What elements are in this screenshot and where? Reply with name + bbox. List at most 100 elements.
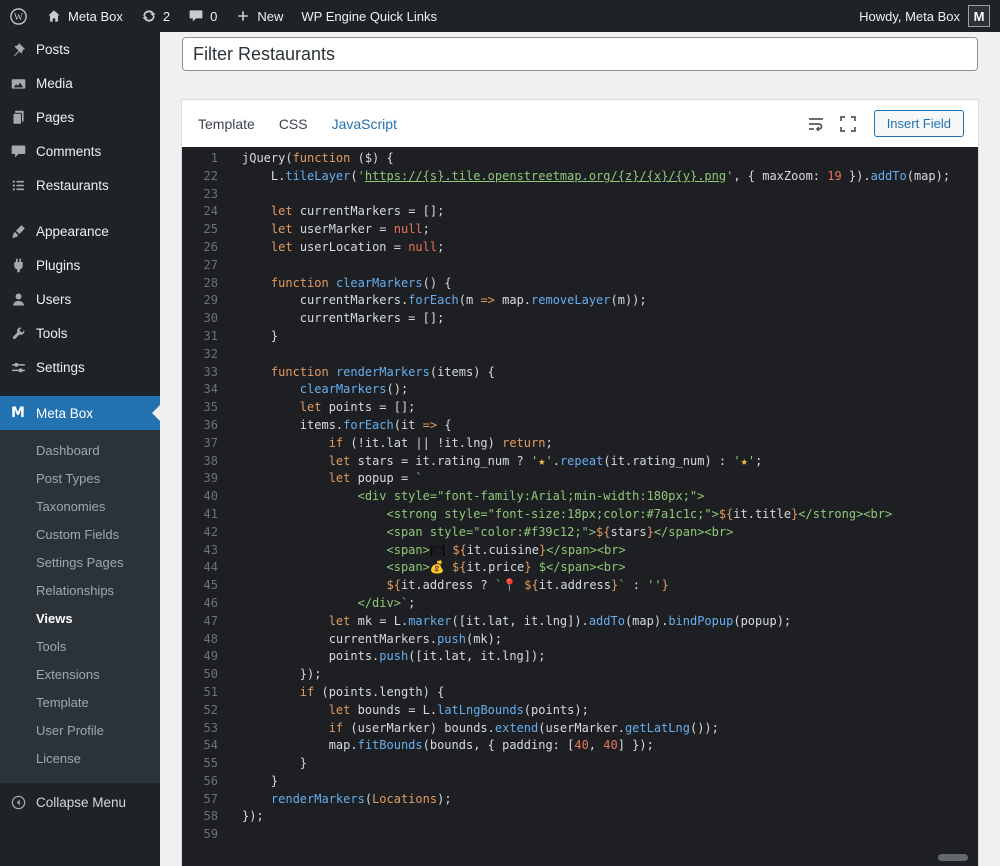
avatar[interactable]: M: [968, 5, 990, 27]
wordpress-logo-icon: W: [9, 7, 28, 26]
post-title-input[interactable]: [182, 37, 978, 71]
code-line: 24 let currentMarkers = [];: [182, 203, 978, 221]
code-text: items.forEach(it => {: [218, 417, 452, 435]
sidebar-item-meta-box[interactable]: MMeta Box: [0, 396, 160, 430]
submenu-item-views[interactable]: Views: [0, 605, 160, 633]
line-number: 27: [182, 257, 218, 275]
code-text: let userLocation = null;: [218, 239, 444, 257]
svg-text:W: W: [14, 13, 23, 23]
wp-engine-quick-links[interactable]: WP Engine Quick Links: [292, 0, 446, 32]
line-number: 57: [182, 791, 218, 809]
sidebar-item-comments[interactable]: Comments: [0, 134, 160, 168]
appearance-icon: [8, 221, 28, 241]
code-text: currentMarkers.forEach(m => map.removeLa…: [218, 292, 647, 310]
line-number: 53: [182, 720, 218, 738]
tab-template[interactable]: Template: [198, 116, 255, 132]
sidebar-item-appearance[interactable]: Appearance: [0, 214, 160, 248]
sidebar-item-label: Users: [36, 292, 71, 307]
sidebar-item-settings[interactable]: Settings: [0, 350, 160, 384]
sidebar-item-users[interactable]: Users: [0, 282, 160, 316]
submenu-item-template[interactable]: Template: [0, 689, 160, 717]
submenu-item-user-profile[interactable]: User Profile: [0, 717, 160, 745]
code-text: let userMarker = null;: [218, 221, 430, 239]
line-number: 52: [182, 702, 218, 720]
admin-bar: W Meta Box 2 0 New WP Engine Quick Links…: [0, 0, 1000, 32]
line-number: 26: [182, 239, 218, 257]
comments-icon: [8, 141, 28, 161]
line-number: 32: [182, 346, 218, 364]
code-line: 22 L.tileLayer('https://{s}.tile.openstr…: [182, 168, 978, 186]
comments-bubble-icon: [188, 8, 204, 24]
line-number: 49: [182, 648, 218, 666]
code-text: let stars = it.rating_num ? '★'.repeat(i…: [218, 453, 762, 471]
sidebar-item-label: Plugins: [36, 258, 80, 273]
code-line: 45 ${it.address ? `📍 ${it.address}` : ''…: [182, 577, 978, 595]
wordpress-menu[interactable]: W: [0, 0, 37, 32]
submenu-item-post-types[interactable]: Post Types: [0, 465, 160, 493]
submenu-item-taxonomies[interactable]: Taxonomies: [0, 493, 160, 521]
updates-link[interactable]: 2: [132, 0, 179, 32]
sidebar-item-posts[interactable]: Posts: [0, 32, 160, 66]
code-text: let points = [];: [218, 399, 415, 417]
comments-link[interactable]: 0: [179, 0, 226, 32]
tab-javascript[interactable]: JavaScript: [332, 116, 397, 132]
sidebar-item-restaurants[interactable]: Restaurants: [0, 168, 160, 202]
sidebar-item-label: Media: [36, 76, 73, 91]
howdy-link[interactable]: Howdy, Meta Box: [859, 9, 960, 24]
sidebar-item-tools[interactable]: Tools: [0, 316, 160, 350]
code-line: 53 if (userMarker) bounds.extend(userMar…: [182, 720, 978, 738]
code-text: function clearMarkers() {: [218, 275, 452, 293]
line-number: 24: [182, 203, 218, 221]
tab-css[interactable]: CSS: [279, 116, 308, 132]
line-number: 44: [182, 559, 218, 577]
code-line: 41 <strong style="font-size:18px;color:#…: [182, 506, 978, 524]
fullscreen-icon[interactable]: [838, 114, 858, 134]
posts-icon: [8, 39, 28, 59]
metabox-icon: M: [8, 403, 28, 423]
submenu-item-license[interactable]: License: [0, 745, 160, 773]
line-number: 22: [182, 168, 218, 186]
code-text: ${it.address ? `📍 ${it.address}` : ''}: [218, 577, 669, 595]
code-text: </div>`;: [218, 595, 415, 613]
code-text: [218, 346, 242, 364]
code-line: 31 }: [182, 328, 978, 346]
code-text: [218, 257, 242, 275]
code-editor[interactable]: 1jQuery(function ($) {22 L.tileLayer('ht…: [182, 147, 978, 866]
code-text: if (!it.lat || !it.lng) return;: [218, 435, 553, 453]
pages-icon: [8, 107, 28, 127]
line-number: 41: [182, 506, 218, 524]
submenu-item-extensions[interactable]: Extensions: [0, 661, 160, 689]
code-text: currentMarkers.push(mk);: [218, 631, 502, 649]
submenu-item-dashboard[interactable]: Dashboard: [0, 437, 160, 465]
collapse-menu-button[interactable]: Collapse Menu: [0, 785, 160, 819]
new-label: New: [257, 9, 283, 24]
settings-icon: [8, 357, 28, 377]
home-icon: [46, 8, 62, 24]
code-text: currentMarkers = [];: [218, 310, 444, 328]
submenu-item-settings-pages[interactable]: Settings Pages: [0, 549, 160, 577]
sidebar: Posts Media PagesComments Restaurants Appear…: [0, 32, 160, 866]
media-icon: [8, 73, 28, 93]
sidebar-item-media[interactable]: Media: [0, 66, 160, 100]
code-line: 57 renderMarkers(Locations);: [182, 791, 978, 809]
sidebar-item-label: Restaurants: [36, 178, 109, 193]
submenu-item-custom-fields[interactable]: Custom Fields: [0, 521, 160, 549]
line-number: 36: [182, 417, 218, 435]
code-line: 56 }: [182, 773, 978, 791]
line-number: 55: [182, 755, 218, 773]
submenu-item-relationships[interactable]: Relationships: [0, 577, 160, 605]
insert-field-button[interactable]: Insert Field: [874, 110, 964, 137]
word-wrap-icon[interactable]: [806, 114, 826, 134]
site-name-link[interactable]: Meta Box: [37, 0, 132, 32]
sidebar-item-plugins[interactable]: Plugins: [0, 248, 160, 282]
sidebar-item-pages[interactable]: Pages: [0, 100, 160, 134]
line-number: 29: [182, 292, 218, 310]
code-line: 48 currentMarkers.push(mk);: [182, 631, 978, 649]
submenu-item-tools[interactable]: Tools: [0, 633, 160, 661]
horizontal-scrollbar[interactable]: [938, 854, 968, 861]
code-text: let currentMarkers = [];: [218, 203, 444, 221]
new-content-link[interactable]: New: [226, 0, 292, 32]
code-text: map.fitBounds(bounds, { padding: [40, 40…: [218, 737, 654, 755]
line-number: 54: [182, 737, 218, 755]
code-line: 40 <div style="font-family:Arial;min-wid…: [182, 488, 978, 506]
